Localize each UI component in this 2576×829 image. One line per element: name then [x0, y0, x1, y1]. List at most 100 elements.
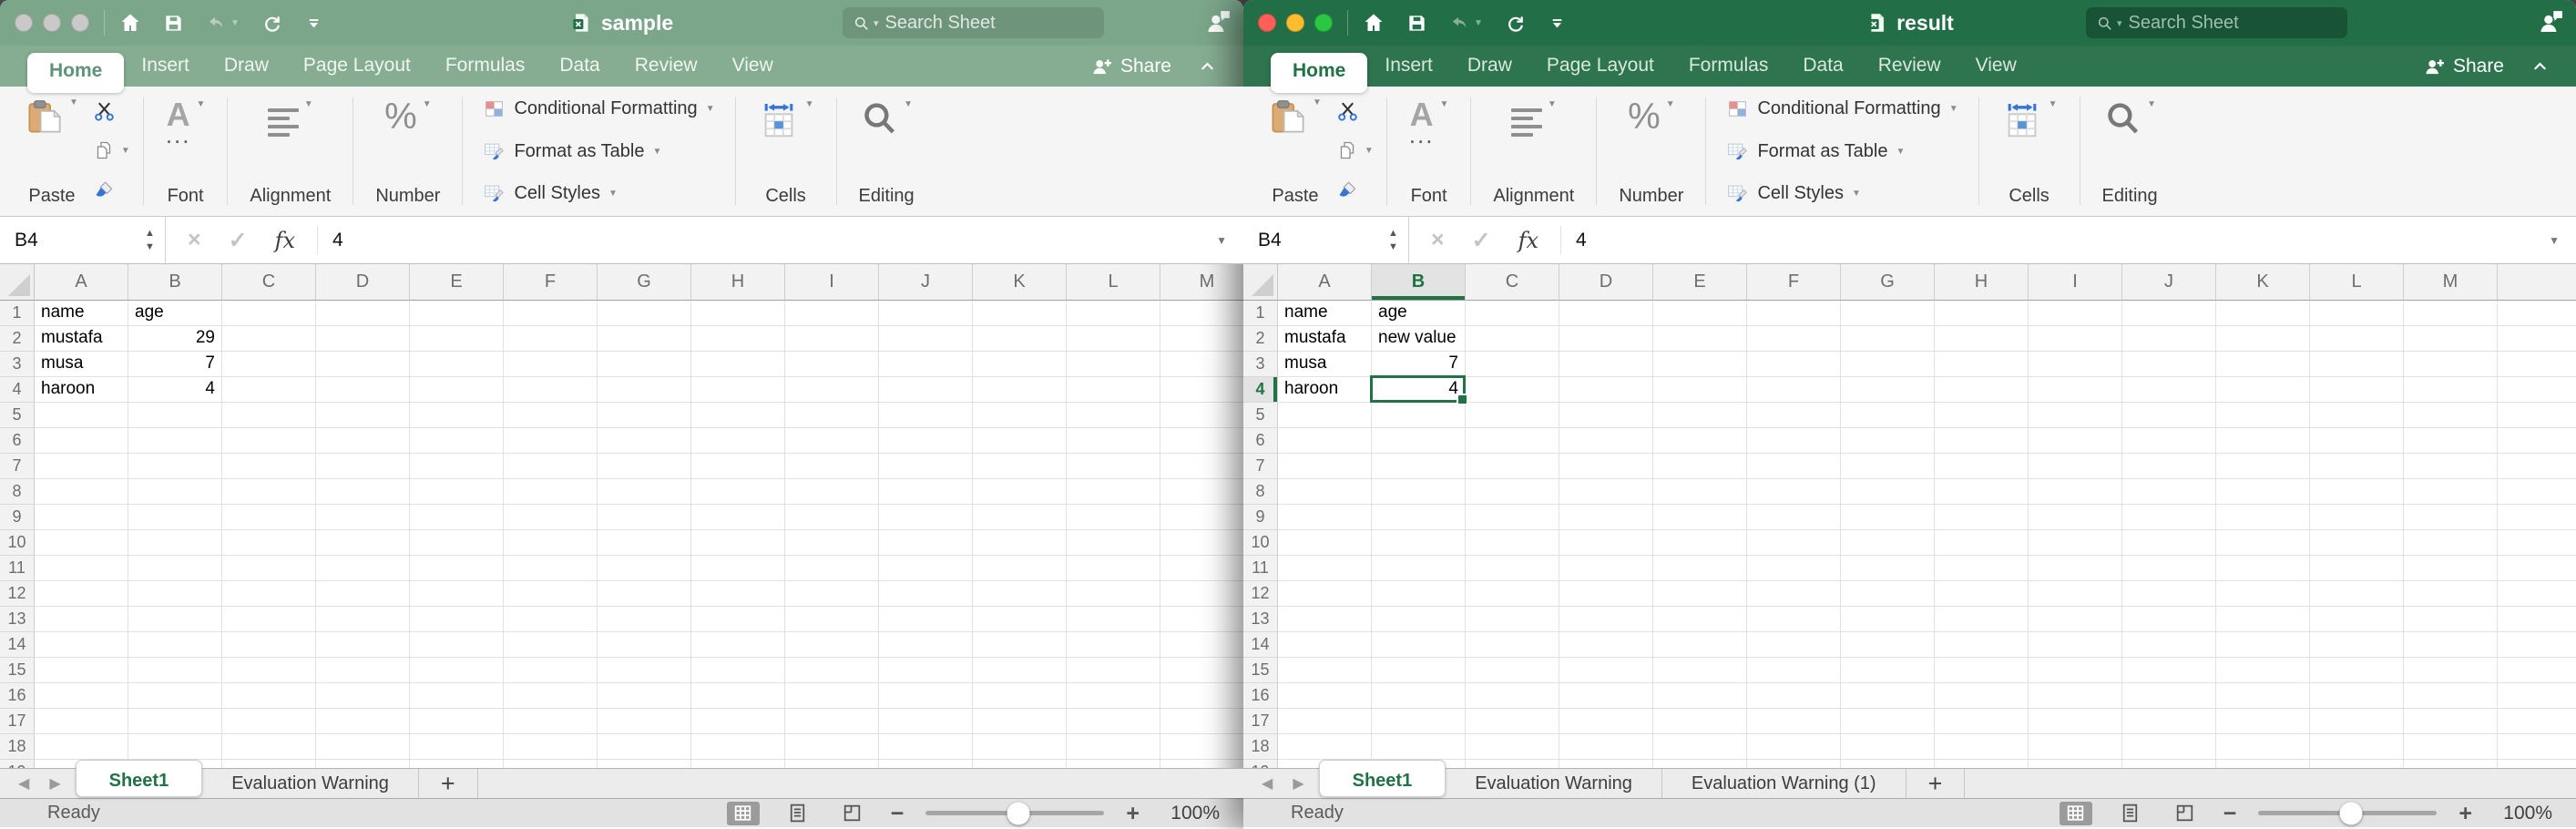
normal-view-button[interactable]: [2060, 802, 2092, 825]
cell-I4[interactable]: [785, 377, 879, 403]
cell-G5[interactable]: [1841, 403, 1935, 428]
cell[interactable]: [2498, 454, 2576, 479]
cell-E6[interactable]: [410, 428, 504, 454]
cell-E14[interactable]: [410, 632, 504, 658]
cell-L9[interactable]: [1067, 505, 1160, 530]
row-header-16[interactable]: 16: [0, 683, 35, 709]
column-header-g[interactable]: G: [598, 264, 691, 301]
cell-G9[interactable]: [598, 505, 691, 530]
format-as-table-button[interactable]: Format as Table▼: [1726, 140, 1958, 163]
cell-I9[interactable]: [785, 505, 879, 530]
cell-J2[interactable]: [879, 326, 973, 352]
cell-M5[interactable]: [1160, 403, 1243, 428]
cell-F18[interactable]: [504, 734, 598, 760]
row-header-19[interactable]: 19: [0, 760, 35, 768]
cell-D16[interactable]: [1559, 683, 1653, 709]
cell-L19[interactable]: [1067, 760, 1160, 768]
cell-M10[interactable]: [2404, 530, 2498, 556]
cell-M10[interactable]: [1160, 530, 1243, 556]
cell-L6[interactable]: [1067, 428, 1160, 454]
cell-A15[interactable]: [35, 658, 128, 683]
column-header-b[interactable]: B: [1372, 264, 1466, 301]
cell[interactable]: [2498, 505, 2576, 530]
cell-J19[interactable]: [2122, 760, 2216, 768]
cell-A4[interactable]: haroon: [1278, 377, 1372, 403]
row-header-10[interactable]: 10: [0, 530, 35, 556]
cell-A13[interactable]: [1278, 607, 1372, 632]
cell-G13[interactable]: [598, 607, 691, 632]
cell-F7[interactable]: [504, 454, 598, 479]
cell-B1[interactable]: age: [1372, 301, 1466, 326]
cell-A9[interactable]: [35, 505, 128, 530]
cell-B3[interactable]: 7: [128, 352, 222, 377]
cell-A9[interactable]: [1278, 505, 1372, 530]
cell-C13[interactable]: [1466, 607, 1559, 632]
cell-K8[interactable]: [2216, 479, 2310, 505]
cell-C1[interactable]: [222, 301, 316, 326]
cell-B4[interactable]: 4: [128, 377, 222, 403]
row-header-19[interactable]: 19: [1243, 760, 1278, 768]
cell[interactable]: [2498, 632, 2576, 658]
conditional-formatting-button[interactable]: Conditional Formatting▼: [1726, 97, 1958, 120]
cell-G3[interactable]: [1841, 352, 1935, 377]
cell[interactable]: [2498, 352, 2576, 377]
cell-A16[interactable]: [1278, 683, 1372, 709]
column-header-m[interactable]: M: [1160, 264, 1243, 301]
row-header-1[interactable]: 1: [1243, 301, 1278, 326]
cell-I17[interactable]: [2029, 709, 2122, 734]
cell-E19[interactable]: [1653, 760, 1747, 768]
cell-E6[interactable]: [1653, 428, 1747, 454]
zoom-out-button[interactable]: −: [2223, 804, 2237, 823]
cell-G14[interactable]: [598, 632, 691, 658]
cell-A3[interactable]: musa: [35, 352, 128, 377]
cell-G6[interactable]: [598, 428, 691, 454]
cell-A5[interactable]: [1278, 403, 1372, 428]
row-header-13[interactable]: 13: [0, 607, 35, 632]
cell-M1[interactable]: [1160, 301, 1243, 326]
cell-I7[interactable]: [785, 454, 879, 479]
cells-group-button[interactable]: ▼ Cells: [1987, 87, 2072, 216]
cell-M15[interactable]: [1160, 658, 1243, 683]
cancel-entry-icon[interactable]: ×: [1431, 227, 1445, 253]
cell-K7[interactable]: [973, 454, 1067, 479]
zoom-in-button[interactable]: +: [1126, 804, 1140, 823]
cell-C12[interactable]: [222, 581, 316, 607]
cell-I1[interactable]: [785, 301, 879, 326]
cell-L17[interactable]: [2310, 709, 2404, 734]
cell-C17[interactable]: [222, 709, 316, 734]
cell-F15[interactable]: [504, 658, 598, 683]
cell-C11[interactable]: [1466, 556, 1559, 581]
cell-A17[interactable]: [35, 709, 128, 734]
cut-button[interactable]: [93, 99, 130, 122]
cell-H17[interactable]: [691, 709, 785, 734]
column-header-b[interactable]: B: [128, 264, 222, 301]
cell-A16[interactable]: [35, 683, 128, 709]
cell-I12[interactable]: [2029, 581, 2122, 607]
cell-D18[interactable]: [1559, 734, 1653, 760]
cell-A1[interactable]: name: [35, 301, 128, 326]
cell-E5[interactable]: [1653, 403, 1747, 428]
cell-C4[interactable]: [222, 377, 316, 403]
redo-icon[interactable]: [261, 13, 282, 34]
cell-B11[interactable]: [128, 556, 222, 581]
row-header-1[interactable]: 1: [0, 301, 35, 326]
cell-J13[interactable]: [2122, 607, 2216, 632]
cell-I17[interactable]: [785, 709, 879, 734]
cell-L15[interactable]: [1067, 658, 1160, 683]
column-header-j[interactable]: J: [2122, 264, 2216, 301]
cell-C16[interactable]: [1466, 683, 1559, 709]
cell-G7[interactable]: [598, 454, 691, 479]
cell-F9[interactable]: [1747, 505, 1841, 530]
close-window-button[interactable]: [1258, 14, 1276, 32]
cell-I12[interactable]: [785, 581, 879, 607]
cell-L11[interactable]: [2310, 556, 2404, 581]
column-header-a[interactable]: A: [1278, 264, 1372, 301]
cell-L8[interactable]: [2310, 479, 2404, 505]
column-header-e[interactable]: E: [410, 264, 504, 301]
cell-D14[interactable]: [316, 632, 410, 658]
cell-F11[interactable]: [1747, 556, 1841, 581]
cell-C10[interactable]: [1466, 530, 1559, 556]
cell-B7[interactable]: [1372, 454, 1466, 479]
prev-sheet-icon[interactable]: ◀: [1262, 774, 1273, 793]
cell-A12[interactable]: [1278, 581, 1372, 607]
